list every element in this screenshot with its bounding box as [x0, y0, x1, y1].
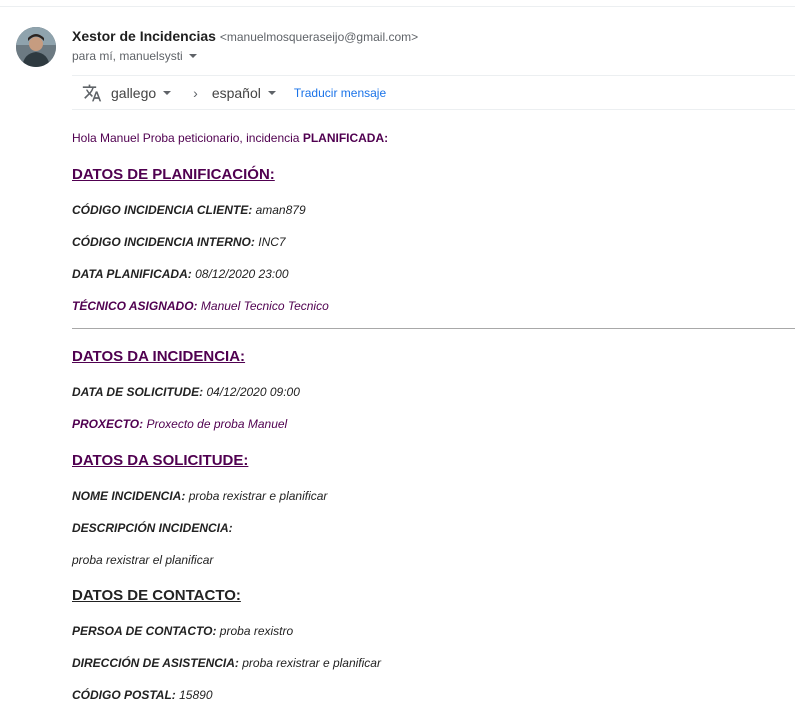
sender-name[interactable]: Xestor de Incidencias	[72, 28, 216, 44]
field-value: 15890	[179, 688, 213, 702]
field-codigo-cliente: CÓDIGO INCIDENCIA CLIENTE: aman879	[72, 203, 306, 217]
field-label: DATA PLANIFICADA:	[72, 267, 192, 281]
greeting: Hola Manuel Proba peticionario, incidenc…	[72, 131, 388, 145]
descripcion-text: proba rexistrar el planificar	[72, 553, 214, 567]
field-value: proba rexistrar e planificar	[188, 489, 328, 503]
field-label: PERSOA DE CONTACTO:	[72, 624, 217, 638]
field-value: Manuel Tecnico Tecnico	[200, 299, 329, 313]
section-divider	[72, 328, 795, 329]
source-language-label: gallego	[111, 84, 157, 101]
field-label: DIRECCIÓN DE ASISTENCIA:	[72, 656, 239, 670]
greeting-status: PLANIFICADA:	[302, 131, 389, 145]
target-language-label: español	[211, 84, 261, 101]
field-value: proba rexistrar e planificar	[242, 656, 381, 670]
field-data-planificada: DATA PLANIFICADA: 08/12/2020 23:00	[72, 267, 289, 281]
sender: Xestor de Incidencias <manuelmosquerasei…	[72, 28, 418, 44]
recipients-toggle[interactable]: para mí, manuelsysti	[72, 49, 197, 63]
avatar[interactable]	[16, 27, 56, 67]
field-value: 08/12/2020 23:00	[195, 267, 289, 281]
top-divider	[0, 6, 795, 7]
chevron-right-icon: ›	[193, 84, 198, 101]
field-value: proba rexistro	[219, 624, 294, 638]
field-label: CÓDIGO POSTAL:	[72, 688, 176, 702]
target-language-select[interactable]: español	[212, 85, 276, 101]
field-label: DATA DE SOLICITUDE:	[72, 385, 204, 399]
translate-message-link[interactable]: Traducir mensaje	[294, 86, 386, 100]
field-codigo-postal: CÓDIGO POSTAL: 15890	[72, 688, 213, 702]
field-data-solicitude: DATA DE SOLICITUDE: 04/12/2020 09:00	[72, 385, 300, 399]
caret-down-icon[interactable]	[188, 54, 197, 58]
recipients-text: para mí, manuelsysti	[72, 49, 183, 63]
greeting-text: Hola Manuel Proba peticionario, incidenc…	[72, 131, 300, 145]
field-value: 04/12/2020 09:00	[206, 385, 300, 399]
field-label: NOME INCIDENCIA:	[72, 489, 186, 503]
field-value: Proxecto de proba Manuel	[146, 417, 288, 431]
field-label: CÓDIGO INCIDENCIA CLIENTE:	[72, 203, 253, 217]
field-label: CÓDIGO INCIDENCIA INTERNO:	[72, 235, 255, 249]
field-label: DESCRIPCIÓN INCIDENCIA:	[72, 521, 233, 535]
sender-email: <manuelmosqueraseijo@gmail.com>	[219, 30, 419, 44]
section-heading-incidencia: DATOS DA INCIDENCIA:	[72, 348, 246, 365]
section-heading-contacto: DATOS DE CONTACTO:	[72, 587, 241, 604]
caret-down-icon	[267, 90, 276, 95]
field-nome: NOME INCIDENCIA: proba rexistrar e plani…	[72, 489, 327, 503]
field-persoa: PERSOA DE CONTACTO: proba rexistro	[72, 624, 293, 638]
field-value: INC7	[258, 235, 286, 249]
field-label: PROXECTO:	[72, 417, 144, 431]
caret-down-icon	[163, 90, 172, 95]
field-direccion: DIRECCIÓN DE ASISTENCIA: proba rexistrar…	[72, 656, 381, 670]
field-label: TÉCNICO ASIGNADO:	[72, 299, 198, 313]
section-heading-planificacion: DATOS DE PLANIFICACIÓN:	[72, 166, 275, 183]
source-language-select[interactable]: gallego	[111, 84, 172, 101]
section-heading-solicitude: DATOS DA SOLICITUDE:	[72, 452, 249, 469]
field-codigo-interno: CÓDIGO INCIDENCIA INTERNO: INC7	[72, 235, 286, 249]
field-tecnico: TÉCNICO ASIGNADO: Manuel Tecnico Tecnico	[72, 299, 329, 313]
field-descripcion: DESCRIPCIÓN INCIDENCIA:	[72, 521, 233, 535]
translate-bar: gallego › español Traducir mensaje	[72, 75, 795, 110]
field-proxecto: PROXECTO: Proxecto de proba Manuel	[72, 417, 287, 431]
translate-icon	[82, 84, 102, 101]
field-value: aman879	[255, 203, 306, 217]
